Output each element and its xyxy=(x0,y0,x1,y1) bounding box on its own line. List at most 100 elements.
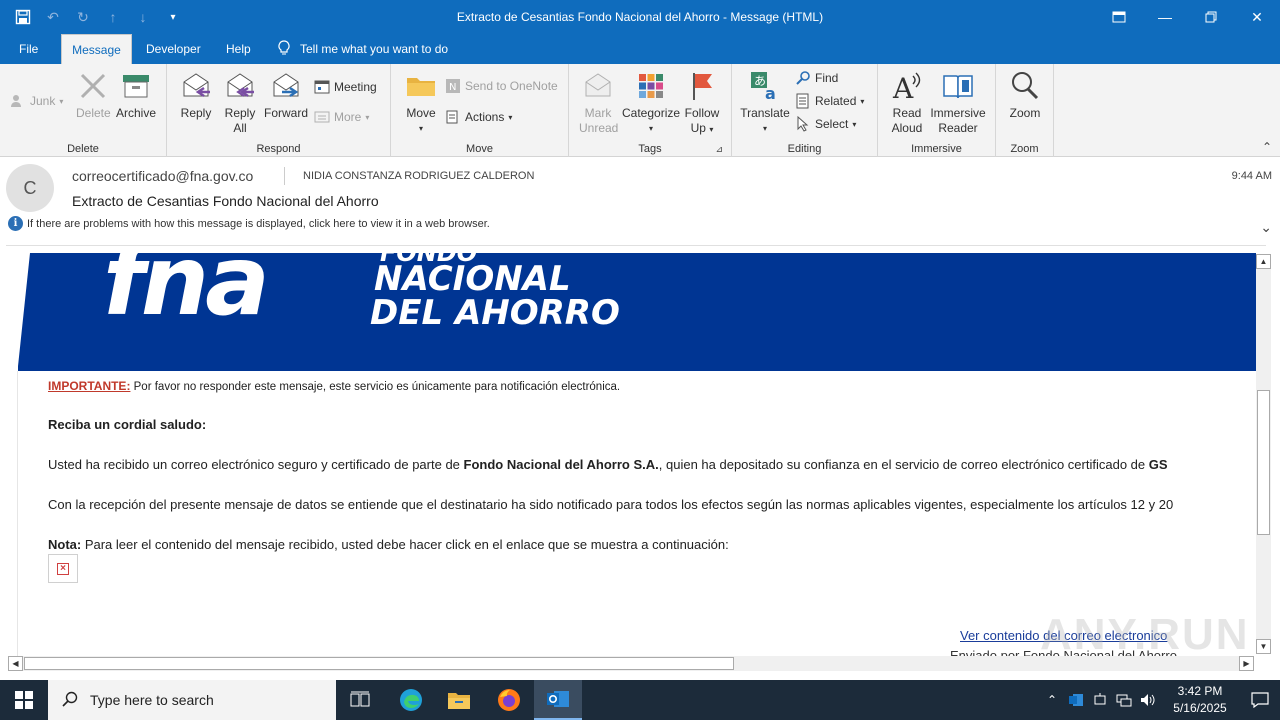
move-group-label: Move xyxy=(466,143,493,155)
zoom-magnifier-icon xyxy=(1009,70,1041,102)
outlook-taskbar-icon[interactable] xyxy=(534,680,582,720)
move-button[interactable]: Move ▾ xyxy=(403,70,439,136)
tab-message[interactable]: Message xyxy=(61,34,132,64)
forward-button[interactable]: Forward xyxy=(263,70,309,121)
junk-button[interactable]: Junk ▾ xyxy=(10,91,63,111)
reply-all-button[interactable]: Reply All xyxy=(221,70,259,136)
firefox-icon[interactable] xyxy=(485,680,533,720)
translate-button[interactable]: あa Translate ▾ xyxy=(740,70,790,136)
restore-button[interactable] xyxy=(1188,0,1234,34)
cursor-icon xyxy=(795,115,811,132)
forward-icon xyxy=(270,70,302,102)
collapse-ribbon-icon[interactable]: ⌃ xyxy=(1262,140,1272,154)
important-notice: IMPORTANTE: Por favor no responder este … xyxy=(48,378,620,393)
send-to-onenote-button[interactable]: N Send to OneNote xyxy=(445,76,558,96)
close-button[interactable]: ✕ xyxy=(1234,0,1280,34)
categorize-button[interactable]: Categorize ▾ xyxy=(622,70,680,136)
tab-file[interactable]: File xyxy=(9,34,48,64)
lightbulb-icon xyxy=(278,39,290,59)
reply-icon xyxy=(180,70,212,102)
reply-button[interactable]: Reply xyxy=(177,70,215,121)
task-view-icon[interactable] xyxy=(336,680,384,720)
tab-developer[interactable]: Developer xyxy=(136,34,211,64)
vertical-scrollbar[interactable]: ▲ ▼ xyxy=(1256,254,1271,654)
flag-icon xyxy=(686,70,718,102)
find-icon xyxy=(795,70,811,86)
svg-text:a: a xyxy=(765,84,776,102)
delete-button[interactable]: Delete xyxy=(76,70,111,121)
svg-text:N: N xyxy=(449,82,456,93)
related-button[interactable]: Related ▾ xyxy=(795,91,864,111)
chevron-up-icon[interactable]: ⌃ xyxy=(1040,680,1064,720)
window-title: Extracto de Cesantias Fondo Nacional del… xyxy=(456,10,824,24)
delete-group-label: Delete xyxy=(67,143,99,155)
scroll-left-icon[interactable]: ◀ xyxy=(8,656,23,671)
tab-help[interactable]: Help xyxy=(216,34,261,64)
junk-icon xyxy=(10,93,26,109)
immersive-group-label: Immersive xyxy=(911,143,962,155)
meeting-icon xyxy=(314,79,330,95)
ribbon-tabs: File Message Developer Help Tell me what… xyxy=(0,34,1280,64)
find-button[interactable]: Find xyxy=(795,68,838,88)
clock[interactable]: 3:42 PM 5/16/2025 xyxy=(1160,683,1240,717)
mark-unread-icon xyxy=(582,70,614,102)
minimize-button[interactable]: — xyxy=(1142,0,1188,34)
paragraph-2: Con la recepción del presente mensaje de… xyxy=(48,497,1174,512)
broken-image-icon[interactable]: × xyxy=(48,554,78,583)
search-placeholder: Type here to search xyxy=(90,692,214,708)
edge-browser-icon[interactable] xyxy=(387,680,435,720)
taskbar-search[interactable]: Type here to search xyxy=(48,680,336,720)
read-aloud-button[interactable]: A Read Aloud xyxy=(888,70,926,136)
follow-up-button[interactable]: Follow Up ▾ xyxy=(683,70,721,137)
actions-button[interactable]: Actions ▾ xyxy=(445,107,512,127)
zoom-button[interactable]: Zoom xyxy=(1006,70,1044,121)
archive-button[interactable]: Archive xyxy=(114,70,158,121)
delete-group: Junk ▾ Delete Archive Delete xyxy=(0,64,167,157)
select-button[interactable]: Select ▾ xyxy=(795,114,856,134)
meeting-button[interactable]: Meeting xyxy=(314,77,377,97)
banner-line-del-ahorro: DEL AHORRO xyxy=(370,293,620,333)
archive-icon xyxy=(120,70,152,102)
vertical-scroll-thumb[interactable] xyxy=(1257,390,1270,535)
immersive-reader-icon xyxy=(942,70,974,102)
network-icon[interactable] xyxy=(1112,680,1136,720)
immersive-reader-button[interactable]: Immersive Reader xyxy=(928,70,988,136)
taskbar: Type here to search ⌃ 3:42 PM 5/16/2025 xyxy=(0,680,1280,720)
zoom-group: Zoom Zoom xyxy=(996,64,1054,157)
more-respond-button[interactable]: More ▾ xyxy=(314,107,369,127)
info-bar[interactable]: i If there are problems with how this me… xyxy=(8,216,490,231)
greeting: Reciba un cordial saludo: xyxy=(48,417,207,432)
outlook-tray-icon[interactable] xyxy=(1064,680,1088,720)
recipient-name[interactable]: NIDIA CONSTANZA RODRIGUEZ CALDERON xyxy=(303,170,534,182)
editing-group-label: Editing xyxy=(787,143,822,155)
editing-group: あa Translate ▾ Find Related ▾ Select ▾ Edi… xyxy=(732,64,878,157)
horizontal-scroll-thumb[interactable] xyxy=(24,657,734,670)
svg-text:A: A xyxy=(892,72,914,102)
notification-center-icon[interactable] xyxy=(1240,680,1280,720)
expand-header-icon[interactable]: ⌄ xyxy=(1260,219,1272,236)
reply-all-icon xyxy=(224,70,256,102)
translate-icon: あa xyxy=(749,70,781,103)
related-icon xyxy=(795,93,811,109)
file-explorer-icon[interactable] xyxy=(435,680,483,720)
start-button[interactable] xyxy=(0,680,48,720)
paragraph-1: Usted ha recibido un correo electrónico … xyxy=(48,457,1168,472)
message-subject: Extracto de Cesantias Fondo Nacional del… xyxy=(72,193,379,209)
categorize-icon xyxy=(635,70,667,102)
move-folder-icon xyxy=(405,70,437,102)
tell-me-box[interactable]: Tell me what you want to do xyxy=(278,34,448,64)
scroll-up-icon[interactable]: ▲ xyxy=(1256,254,1271,269)
volume-icon[interactable] xyxy=(1136,680,1160,720)
read-aloud-icon: A xyxy=(891,70,923,105)
scroll-down-icon[interactable]: ▼ xyxy=(1256,639,1271,654)
ribbon-display-options-icon[interactable] xyxy=(1096,0,1142,34)
sender-address[interactable]: correocertificado@fna.gov.co xyxy=(72,168,253,184)
onenote-icon: N xyxy=(445,78,461,94)
fna-logo: fna xyxy=(103,247,270,337)
move-group: Move ▾ N Send to OneNote Actions ▾ Move xyxy=(391,64,569,157)
respond-group-label: Respond xyxy=(256,143,301,155)
info-bar-text: If there are problems with how this mess… xyxy=(27,217,490,230)
mark-unread-button[interactable]: Mark Unread xyxy=(579,70,618,136)
fna-banner: fna FONDO NACIONAL DEL AHORRO xyxy=(18,253,1256,371)
device-icon[interactable] xyxy=(1088,680,1112,720)
